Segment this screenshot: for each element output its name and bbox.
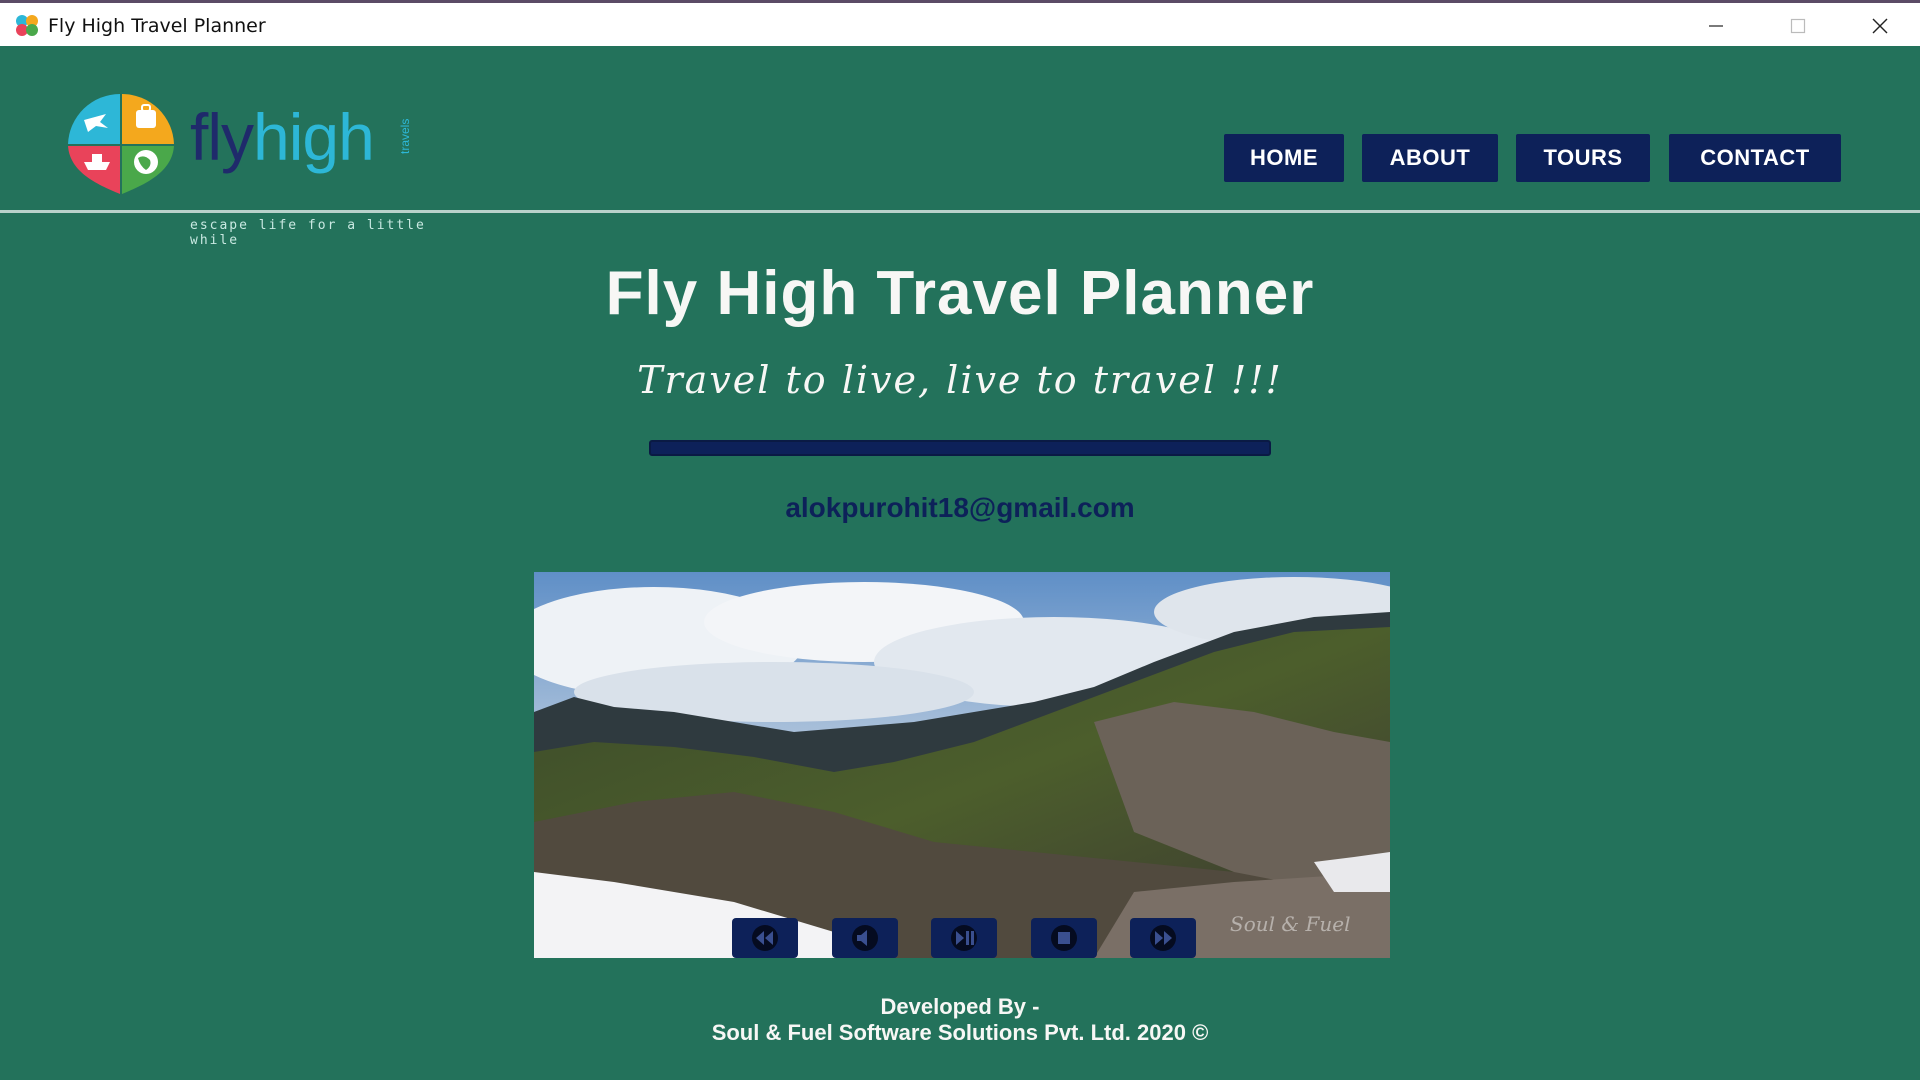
decorative-bar [649,440,1271,456]
fast-forward-button[interactable] [1130,918,1196,958]
window-title: Fly High Travel Planner [48,15,266,37]
close-button[interactable] [1840,6,1920,46]
logo-heart-icon [68,93,174,194]
footer-company: Soul & Fuel Software Solutions Pvt. Ltd.… [711,1020,1209,1045]
nav-tours-button[interactable]: TOURS [1516,134,1650,182]
stop-button[interactable] [1031,918,1097,958]
minimize-button[interactable] [1676,6,1756,46]
rewind-icon [752,925,778,951]
header-divider [0,210,1920,213]
page-title: Fly High Travel Planner [605,259,1315,328]
logo-word-high: high [253,100,375,174]
logo-word-fly: fly [190,100,254,174]
nav-about-button[interactable]: ABOUT [1362,134,1498,182]
video-watermark: Soul & Fuel [1230,912,1351,936]
main-content: flyhigh travels escape life for a little… [0,46,1920,1080]
close-icon [1872,18,1888,34]
maximize-icon [1790,18,1806,34]
site-logo[interactable]: flyhigh travels escape life for a little… [66,92,426,248]
flyhigh-logo-icon [16,15,38,36]
footer-developed-by: Developed By - [880,994,1040,1019]
mountain-video-frame [534,572,1390,958]
stop-icon [1051,925,1077,951]
contact-email-link[interactable]: alokpurohit18@gmail.com [0,492,1920,524]
nav-home-button[interactable]: HOME [1224,134,1344,182]
mute-icon [852,925,878,951]
mute-button[interactable] [832,918,898,958]
nav-contact-button[interactable]: CONTACT [1669,134,1841,182]
logo-vertical-text: travels [398,118,412,154]
maximize-button[interactable] [1758,6,1838,46]
play-pause-button[interactable] [931,918,997,958]
minimize-icon [1709,25,1723,27]
logo-wordmark: flyhigh [190,104,375,170]
logo-tagline: escape life for a little while [190,218,426,248]
play-pause-icon [951,925,977,951]
page-tagline: Travel to live, live to travel !!! [637,358,1283,402]
rewind-button[interactable] [732,918,798,958]
video-player[interactable]: Soul & Fuel [534,572,1390,958]
window-titlebar: Fly High Travel Planner [0,0,1920,46]
fast-forward-icon [1150,925,1176,951]
